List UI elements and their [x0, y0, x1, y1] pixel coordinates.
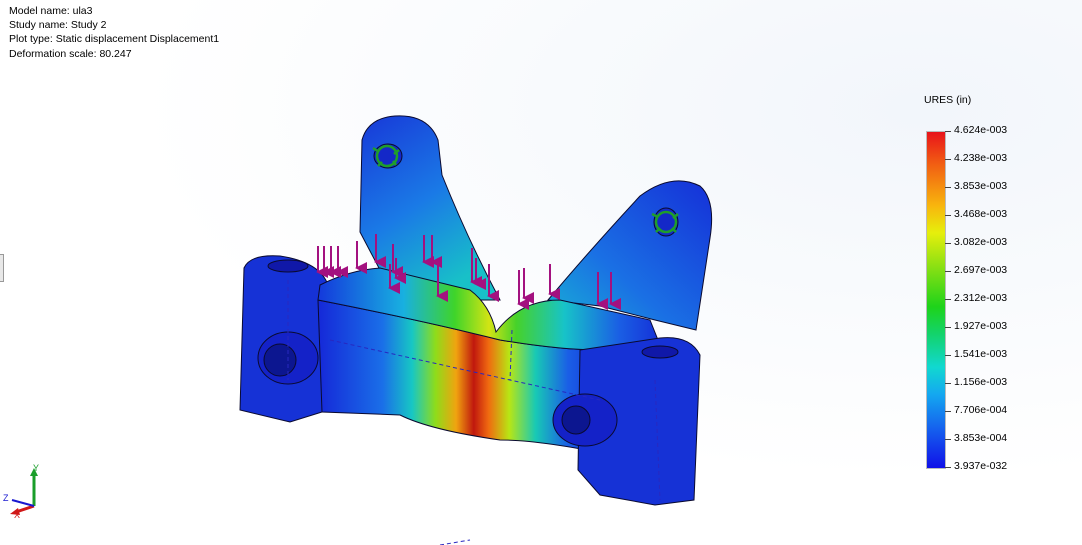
legend-tick-mark — [945, 439, 951, 440]
legend-tick-mark — [945, 187, 951, 188]
legend-tick-mark — [945, 271, 951, 272]
legend-tick-mark — [945, 327, 951, 328]
left-top-hole — [267, 259, 309, 273]
legend-title: URES (in) — [924, 94, 972, 106]
legend-tick-label: 3.853e-004 — [954, 432, 1008, 444]
graphics-viewport[interactable]: Model name: ula3 Study name: Study 2 Plo… — [0, 0, 1082, 545]
legend-tick-label: 3.468e-003 — [954, 208, 1008, 220]
legend-tick-label: 3.082e-003 — [954, 236, 1008, 248]
legend-tick-label: 1.156e-003 — [954, 376, 1008, 388]
legend-tick-label: 1.541e-003 — [954, 348, 1008, 360]
legend-tick-mark — [945, 215, 951, 216]
z-axis-label: Z — [3, 493, 9, 503]
displacement-plot-model[interactable] — [0, 0, 1082, 545]
legend-tick-mark — [945, 411, 951, 412]
legend-tick-label: 1.927e-003 — [954, 320, 1008, 332]
legend-tick-label: 3.937e-032 — [954, 460, 1008, 472]
legend-tick-mark — [945, 467, 951, 468]
legend-tick-label: 4.238e-003 — [954, 152, 1008, 164]
x-axis-label: X — [14, 510, 20, 520]
legend-tick-mark — [945, 159, 951, 160]
color-bar — [926, 131, 946, 469]
legend-tick-label: 7.706e-004 — [954, 404, 1008, 416]
legend-tick-label: 3.853e-003 — [954, 180, 1008, 192]
legend-tick-label: 2.697e-003 — [954, 264, 1008, 276]
orientation-triad[interactable]: Y X Z — [0, 460, 60, 520]
legend-tick-mark — [945, 383, 951, 384]
legend-tick-mark — [945, 243, 951, 244]
right-top-hole — [641, 345, 679, 359]
legend-tick-label: 4.624e-003 — [954, 124, 1008, 136]
legend-tick-mark — [945, 131, 951, 132]
y-axis-label: Y — [33, 463, 39, 473]
legend-tick-mark — [945, 299, 951, 300]
legend-tick-label: 2.312e-003 — [954, 292, 1008, 304]
legend-tick-mark — [945, 355, 951, 356]
